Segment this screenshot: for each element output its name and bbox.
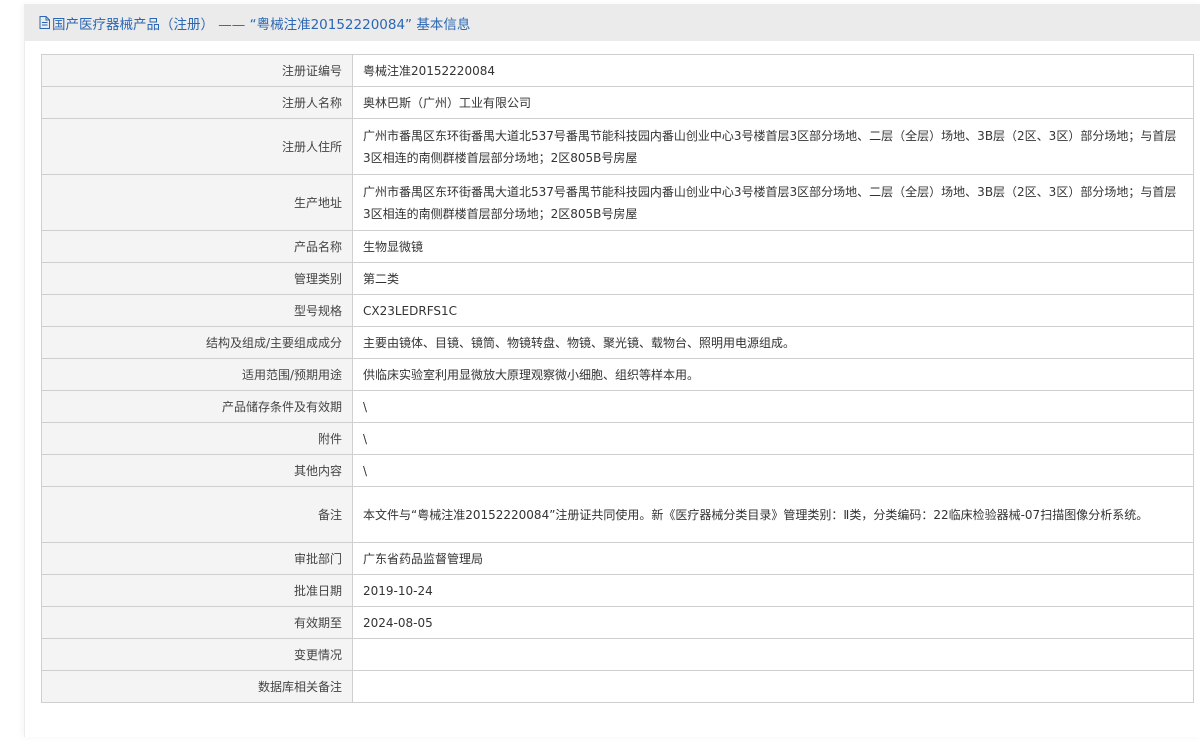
row-value: 广东省药品监督管理局 [352,542,1194,575]
row-label: 备注 [41,486,353,543]
row-label: 批准日期 [41,574,353,607]
table-row: 生产地址 广州市番禺区东环街番禺大道北537号番禺节能科技园内番山创业中心3号楼… [41,174,1194,231]
table-row: 审批部门 广东省药品监督管理局 [41,542,1194,575]
table-row: 批准日期 2019-10-24 [41,574,1194,607]
table-row: 注册人住所 广州市番禺区东环街番禺大道北537号番禺节能科技园内番山创业中心3号… [41,118,1194,175]
info-panel: 国产医疗器械产品（注册） —— “粤械注准20152220084” 基本信息 注… [24,4,1200,737]
table-row: 数据库相关备注 [41,670,1194,703]
table-row: 附件 \ [41,422,1194,455]
row-value [352,670,1194,703]
row-value: 第二类 [352,262,1194,295]
row-value: 本文件与“粤械注准20152220084”注册证共同使用。新《医疗器械分类目录》… [352,486,1194,543]
row-label: 其他内容 [41,454,353,487]
row-label: 审批部门 [41,542,353,575]
document-icon [39,16,50,29]
row-label: 生产地址 [41,174,353,231]
table-row: 注册证编号 粤械注准20152220084 [41,54,1194,87]
table-row: 变更情况 [41,638,1194,671]
row-value: \ [352,454,1194,487]
row-value: 生物显微镜 [352,230,1194,263]
table-row: 产品储存条件及有效期 \ [41,390,1194,423]
row-value: 广州市番禺区东环街番禺大道北537号番禺节能科技园内番山创业中心3号楼首层3区部… [352,174,1194,231]
info-table: 注册证编号 粤械注准20152220084 注册人名称 奥林巴斯（广州）工业有限… [41,54,1194,703]
row-value: 2019-10-24 [352,574,1194,607]
row-label: 数据库相关备注 [41,670,353,703]
page-title: 国产医疗器械产品（注册） —— “粤械注准20152220084” 基本信息 [52,16,471,33]
row-label: 注册人住所 [41,118,353,175]
table-row: 注册人名称 奥林巴斯（广州）工业有限公司 [41,86,1194,119]
row-value: 主要由镜体、目镜、镜筒、物镜转盘、物镜、聚光镜、载物台、照明用电源组成。 [352,326,1194,359]
row-label: 附件 [41,422,353,455]
row-label: 结构及组成/主要组成成分 [41,326,353,359]
row-value: 粤械注准20152220084 [352,54,1194,87]
row-label: 产品储存条件及有效期 [41,390,353,423]
row-label: 适用范围/预期用途 [41,358,353,391]
table-row: 其他内容 \ [41,454,1194,487]
row-value: CX23LEDRFS1C [352,294,1194,327]
table-row: 适用范围/预期用途 供临床实验室利用显微放大原理观察微小细胞、组织等样本用。 [41,358,1194,391]
table-row: 产品名称 生物显微镜 [41,230,1194,263]
row-value: 奥林巴斯（广州）工业有限公司 [352,86,1194,119]
row-value: 广州市番禺区东环街番禺大道北537号番禺节能科技园内番山创业中心3号楼首层3区部… [352,118,1194,175]
row-label: 注册人名称 [41,86,353,119]
table-row: 备注 本文件与“粤械注准20152220084”注册证共同使用。新《医疗器械分类… [41,486,1194,543]
row-value: \ [352,422,1194,455]
table-row: 有效期至 2024-08-05 [41,606,1194,639]
panel-header: 国产医疗器械产品（注册） —— “粤械注准20152220084” 基本信息 [25,4,1200,41]
row-label: 管理类别 [41,262,353,295]
table-row: 型号规格 CX23LEDRFS1C [41,294,1194,327]
row-label: 注册证编号 [41,54,353,87]
row-value: 2024-08-05 [352,606,1194,639]
table-row: 管理类别 第二类 [41,262,1194,295]
row-label: 型号规格 [41,294,353,327]
row-value: 供临床实验室利用显微放大原理观察微小细胞、组织等样本用。 [352,358,1194,391]
row-value: \ [352,390,1194,423]
row-value [352,638,1194,671]
row-label: 产品名称 [41,230,353,263]
row-label: 有效期至 [41,606,353,639]
row-label: 变更情况 [41,638,353,671]
table-row: 结构及组成/主要组成成分 主要由镜体、目镜、镜筒、物镜转盘、物镜、聚光镜、载物台… [41,326,1194,359]
